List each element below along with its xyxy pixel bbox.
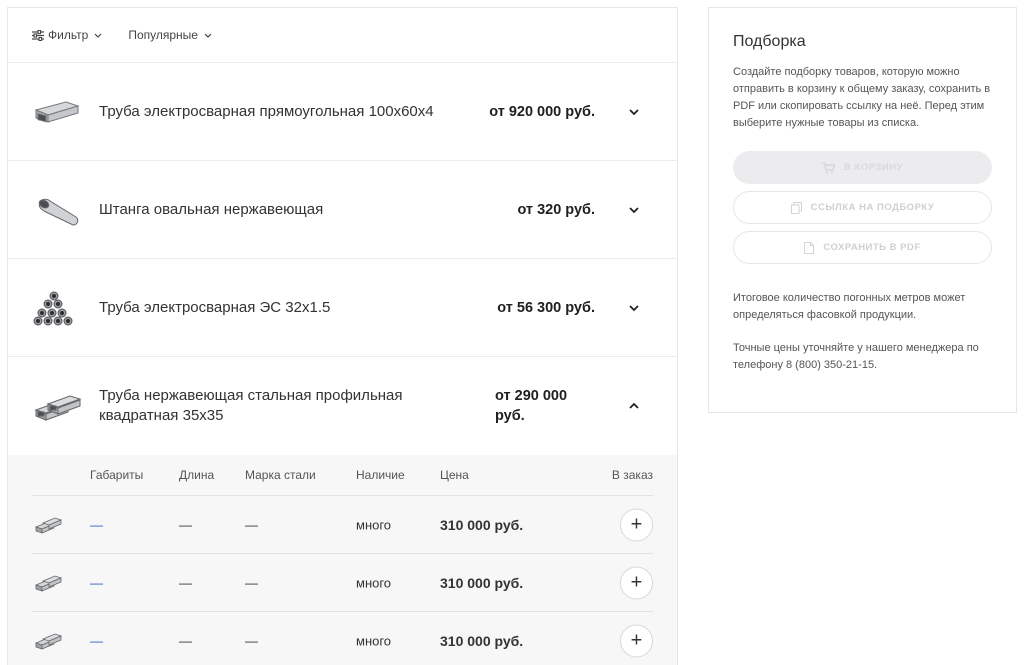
cell-stock: много — [356, 633, 392, 648]
cell-size[interactable]: — — [90, 633, 103, 648]
header-steel: Марка стали — [245, 468, 316, 482]
product-list-panel: Фильтр Популярные Труба электросварная п… — [7, 7, 678, 665]
copy-link-button[interactable]: Ссылка на подборку — [733, 191, 992, 224]
square-pipe-thumb-icon — [34, 575, 62, 592]
cell-size[interactable]: — — [90, 517, 103, 532]
chevron-down-icon[interactable] — [627, 107, 641, 117]
cell-price: 310 000 руб. — [440, 516, 524, 533]
sort-dropdown[interactable]: Популярные — [128, 28, 212, 42]
square-pipe-thumb-icon — [34, 517, 62, 534]
cell-length: — — [179, 575, 192, 590]
header-stock: Наличие — [356, 468, 405, 482]
product-name[interactable]: Труба электросварная ЭС 32х1.5 — [99, 298, 459, 318]
variants-table: Габариты Длина Марка стали Наличие Цена … — [8, 455, 677, 665]
square-pipe-thumb-icon — [34, 633, 62, 650]
product-name[interactable]: Штанга овальная нержавеющая — [99, 200, 459, 220]
cell-price: 310 000 руб. — [440, 574, 524, 591]
sliders-icon — [32, 29, 44, 41]
add-to-order-button[interactable]: + — [620, 508, 653, 541]
table-row: — — — много 310 000 руб. + — [32, 496, 653, 554]
price-note: Точные цены уточняйте у нашего менеджера… — [733, 342, 979, 371]
product-price: от 56 300 руб. — [497, 299, 595, 316]
copy-icon — [790, 201, 802, 214]
header-order: В заказ — [611, 468, 653, 482]
chevron-down-icon[interactable] — [627, 205, 641, 215]
add-to-cart-button[interactable]: В корзину — [733, 151, 992, 184]
cell-steel: — — [245, 575, 258, 590]
cell-length: — — [179, 633, 192, 648]
header-price: Цена — [440, 468, 469, 482]
rectangular-pipe-icon — [34, 100, 80, 123]
product-price: от 290 000 руб. — [495, 388, 568, 424]
variants-header: Габариты Длина Марка стали Наличие Цена … — [32, 455, 653, 496]
product-row[interactable]: Штанга овальная нержавеющая от 320 руб. — [8, 161, 677, 259]
table-row: — — — много 310 000 руб. + — [32, 554, 653, 612]
product-name[interactable]: Труба электросварная прямоугольная 100х6… — [99, 102, 459, 122]
product-row[interactable]: Труба электросварная ЭС 32х1.5 от 56 300… — [8, 259, 677, 357]
cell-steel: — — [245, 517, 258, 532]
product-row[interactable]: Труба электросварная прямоугольная 100х6… — [8, 63, 677, 161]
filter-label: Фильтр — [48, 28, 89, 42]
selection-panel: Подборка Создайте подборку товаров, кото… — [708, 7, 1017, 413]
cell-price: 310 000 руб. — [440, 632, 524, 649]
product-price: от 320 руб. — [517, 201, 595, 218]
save-pdf-label: Сохранить в PDF — [823, 242, 921, 253]
document-icon — [804, 241, 815, 254]
round-pipes-bundle-icon — [33, 291, 73, 325]
add-to-order-button[interactable]: + — [620, 624, 653, 657]
add-to-cart-label: В корзину — [844, 162, 903, 173]
selection-title: Подборка — [733, 33, 806, 50]
cart-icon — [822, 161, 836, 173]
sort-label: Популярные — [128, 28, 198, 42]
product-name[interactable]: Труба нержавеющая стальная профильная кв… — [99, 386, 459, 426]
selection-description: Создайте подборку товаров, которую можно… — [733, 66, 991, 129]
cell-length: — — [179, 517, 192, 532]
product-price: от 920 000 руб. — [489, 103, 595, 120]
square-pipes-icon — [34, 395, 82, 421]
add-to-order-button[interactable]: + — [620, 566, 653, 599]
cell-steel: — — [245, 633, 258, 648]
cell-size[interactable]: — — [90, 575, 103, 590]
chevron-down-icon — [94, 33, 102, 38]
header-length: Длина — [179, 468, 215, 482]
header-size: Габариты — [90, 468, 144, 482]
copy-link-label: Ссылка на подборку — [810, 202, 935, 213]
table-row: — — — много 310 000 руб. + — [32, 612, 653, 665]
save-pdf-button[interactable]: Сохранить в PDF — [733, 231, 992, 264]
chevron-up-icon[interactable] — [627, 401, 641, 411]
cell-stock: много — [356, 575, 392, 590]
cell-stock: много — [356, 517, 392, 532]
filter-bar: Фильтр Популярные — [8, 8, 677, 63]
chevron-down-icon — [204, 33, 212, 38]
meters-note: Итоговое количество погонных метров може… — [733, 292, 966, 321]
filter-button[interactable]: Фильтр — [32, 28, 102, 42]
oval-bar-icon — [38, 198, 79, 226]
chevron-down-icon[interactable] — [627, 303, 641, 313]
product-row-expanded[interactable]: Труба нержавеющая стальная профильная кв… — [8, 357, 677, 455]
